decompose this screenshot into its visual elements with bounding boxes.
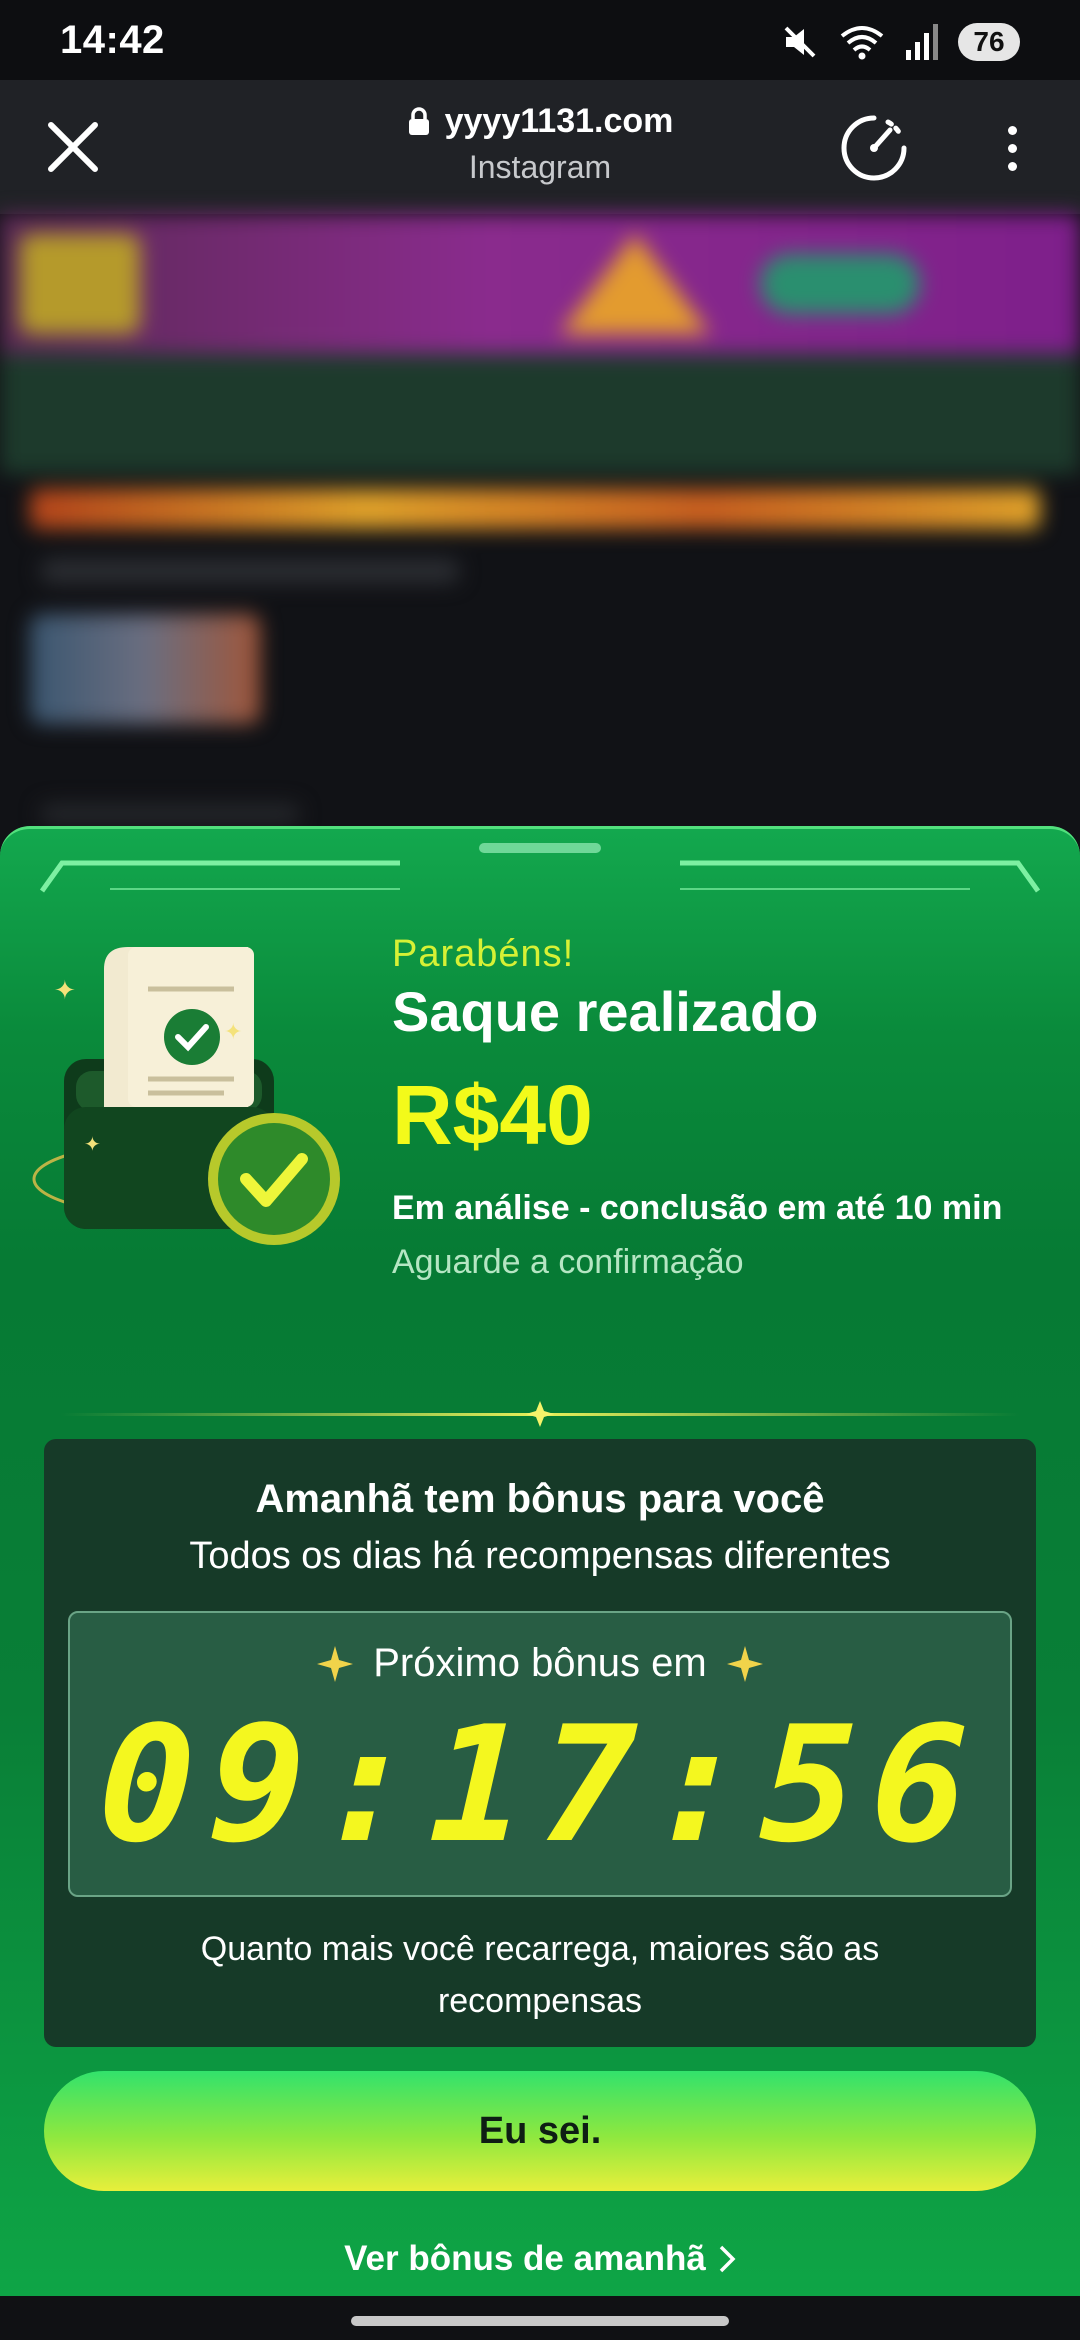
bg-banner: [0, 214, 1080, 354]
sparkle-icon: [317, 1645, 354, 1682]
lock-icon: [408, 106, 429, 135]
bonus-title: Amanhã tem bônus para você: [255, 1477, 825, 1521]
countdown-box: Próximo bônus em 09:17:56: [68, 1611, 1012, 1897]
svg-text:✦: ✦: [84, 1132, 101, 1156]
analysis-status: Em análise - conclusão em até 10 min: [392, 1189, 1003, 1227]
bonus-card: Amanhã tem bônus para você Todos os dias…: [44, 1439, 1036, 2047]
background-page: [0, 214, 1080, 914]
countdown-timer: 09:17:56: [95, 1691, 985, 1878]
wifi-icon: [840, 26, 884, 60]
receipt-check-icon: ✦ ✦ ✦: [32, 947, 340, 1245]
next-bonus-text: Próximo bônus em: [373, 1641, 707, 1685]
frame-decoration: [680, 860, 1040, 893]
more-vert-icon[interactable]: [990, 112, 1034, 184]
bg-text-line: [40, 804, 300, 824]
svg-text:✦: ✦: [224, 1020, 242, 1045]
bg-card: [30, 614, 260, 724]
withdrawal-amount: R$40: [392, 1068, 593, 1162]
bg-nav: [0, 354, 1080, 474]
close-button[interactable]: [36, 110, 110, 184]
signal-icon: [906, 24, 938, 60]
sheet-title: Saque realizado: [392, 980, 819, 1043]
sparkle-icon: [726, 1645, 763, 1682]
speed-icon: [841, 115, 907, 181]
speed-button[interactable]: [838, 112, 910, 184]
bonus-note: Quanto mais você recarrega, maiores são …: [200, 1930, 880, 2020]
close-icon: [48, 122, 98, 172]
sheet-grabber[interactable]: [479, 843, 601, 853]
bg-strip: [30, 489, 1040, 529]
address-bar[interactable]: yyyy1131.com Instagram: [300, 102, 780, 186]
status-icons: 76: [780, 20, 1020, 64]
svg-text:✦: ✦: [54, 976, 76, 1006]
home-gesture-pill[interactable]: [351, 2316, 729, 2326]
source-label: Instagram: [468, 149, 612, 185]
url-text: yyyy1131.com: [444, 102, 674, 140]
tomorrow-bonus-text: Ver bônus de amanhã: [344, 2239, 706, 2278]
congrats-label: Parabéns!: [392, 933, 575, 975]
page: 14:42 76 yyyy1131.com Instagram ✦ ✦ ✦ Pa…: [0, 0, 1080, 2340]
wait-confirmation-text: Aguarde a confirmação: [392, 1243, 744, 1281]
status-time: 14:42: [60, 18, 165, 62]
mute-icon: [784, 26, 816, 58]
battery-indicator: 76: [958, 23, 1020, 61]
chevron-right-icon: [719, 2245, 736, 2273]
bonus-subtitle: Todos os dias há recompensas diferentes: [189, 1535, 891, 1577]
frame-decoration: [40, 860, 400, 893]
withdrawal-sheet: ✦ ✦ ✦ Parabéns! Saque realizado R$40 Em …: [0, 826, 1080, 2296]
browser-toolbar: yyyy1131.com Instagram: [0, 80, 1080, 214]
status-bar: 14:42 76: [0, 0, 1080, 80]
tomorrow-bonus-link[interactable]: Ver bônus de amanhã: [0, 2239, 1080, 2279]
divider-sparkle: [60, 1401, 1020, 1427]
bg-text-line: [40, 559, 460, 583]
navigation-bar: [0, 2296, 1080, 2340]
next-bonus-label: Próximo bônus em: [70, 1641, 1010, 1686]
ok-button[interactable]: Eu sei.: [44, 2071, 1036, 2191]
